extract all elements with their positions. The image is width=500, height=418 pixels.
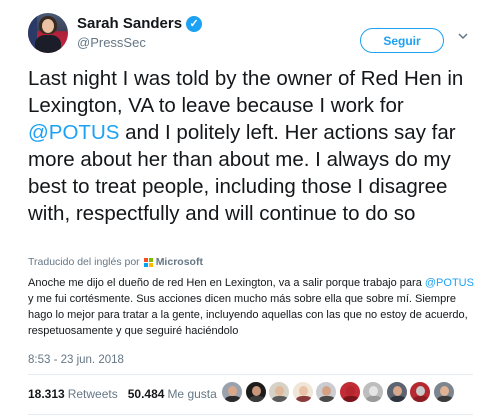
tweet-text: Last night I was told by the owner of Re… — [28, 65, 478, 227]
translation-text-part-2: y me fui cortésmente. Sus acciones dicen… — [28, 293, 468, 337]
microsoft-logo-icon — [143, 257, 153, 267]
translation-attribution: Traducido del inglés por Microsoft — [28, 256, 203, 268]
translation-mention-link[interactable]: @POTUS — [425, 277, 474, 289]
translation-attribution-label: Traducido del inglés por — [28, 256, 140, 268]
liker-avatar-body — [248, 396, 265, 402]
divider — [28, 414, 473, 415]
ms-logo-green-square — [148, 257, 153, 262]
tweet-timestamp[interactable]: 8:53 - 23 jun. 2018 — [28, 354, 124, 366]
author-name[interactable]: Sarah Sanders — [77, 15, 182, 32]
liker-avatar-body — [436, 396, 453, 402]
liker-avatars — [221, 381, 456, 403]
liker-avatar-face — [251, 386, 261, 396]
liker-avatar[interactable] — [268, 381, 290, 403]
liker-avatar[interactable] — [362, 381, 384, 403]
divider — [28, 374, 473, 375]
liker-avatar-face — [298, 386, 308, 396]
retweets-label[interactable]: Retweets — [68, 387, 118, 401]
tweet-card: Sarah Sanders ✓ @PressSec Seguir Last ni… — [0, 0, 500, 418]
liker-avatar-face — [416, 386, 425, 396]
liker-avatar[interactable] — [338, 381, 361, 403]
liker-avatar-body — [413, 396, 429, 402]
liker-avatar-face — [275, 386, 284, 396]
liker-avatar-body — [389, 396, 406, 402]
liker-avatar[interactable] — [409, 381, 431, 403]
follow-button[interactable]: Seguir — [360, 28, 444, 53]
liker-avatar-body — [319, 396, 335, 402]
avatar-face — [42, 19, 54, 33]
ms-logo-red-square — [143, 257, 148, 262]
chevron-down-icon[interactable] — [456, 30, 470, 44]
translation-text: Anoche me dijo el dueño de red Hen en Le… — [28, 275, 478, 339]
likes-label[interactable]: Me gusta — [167, 387, 216, 401]
ms-logo-yellow-square — [148, 262, 153, 267]
chevron-down-icon-svg — [458, 33, 468, 40]
author-avatar[interactable] — [28, 13, 68, 53]
liker-avatar-body — [295, 396, 312, 402]
translation-text-part-1: Anoche me dijo el dueño de red Hen en Le… — [28, 277, 425, 289]
liker-avatar[interactable] — [244, 381, 267, 403]
liker-avatar-face — [392, 386, 402, 396]
liker-avatar-face — [228, 386, 237, 396]
author-handle[interactable]: @PressSec — [77, 35, 146, 50]
liker-avatar[interactable] — [221, 381, 243, 403]
liker-avatar[interactable] — [432, 381, 455, 403]
avatar-body — [35, 35, 61, 53]
verified-badge-icon: ✓ — [186, 15, 203, 32]
likes-count[interactable]: 50.484 — [128, 387, 165, 401]
translation-provider[interactable]: Microsoft — [156, 256, 203, 268]
liker-avatar-face — [322, 386, 331, 396]
liker-avatar-face — [369, 386, 378, 396]
liker-avatar-face — [345, 386, 355, 396]
liker-avatar[interactable] — [291, 381, 314, 403]
liker-avatar-body — [272, 396, 288, 402]
liker-avatar-face — [439, 386, 449, 396]
author-name-row[interactable]: Sarah Sanders ✓ — [77, 15, 203, 32]
liker-avatar-body — [225, 396, 241, 402]
tweet-mention-link[interactable]: @POTUS — [28, 121, 119, 144]
ms-logo-blue-square — [143, 262, 148, 267]
liker-avatar[interactable] — [315, 381, 337, 403]
liker-avatar-body — [366, 396, 382, 402]
tweet-stats: 18.313 Retweets 50.484 Me gusta — [28, 387, 227, 401]
liker-avatar[interactable] — [385, 381, 408, 403]
retweets-count[interactable]: 18.313 — [28, 387, 65, 401]
tweet-text-part-1: Last night I was told by the owner of Re… — [28, 67, 464, 117]
liker-avatar-body — [342, 396, 359, 402]
